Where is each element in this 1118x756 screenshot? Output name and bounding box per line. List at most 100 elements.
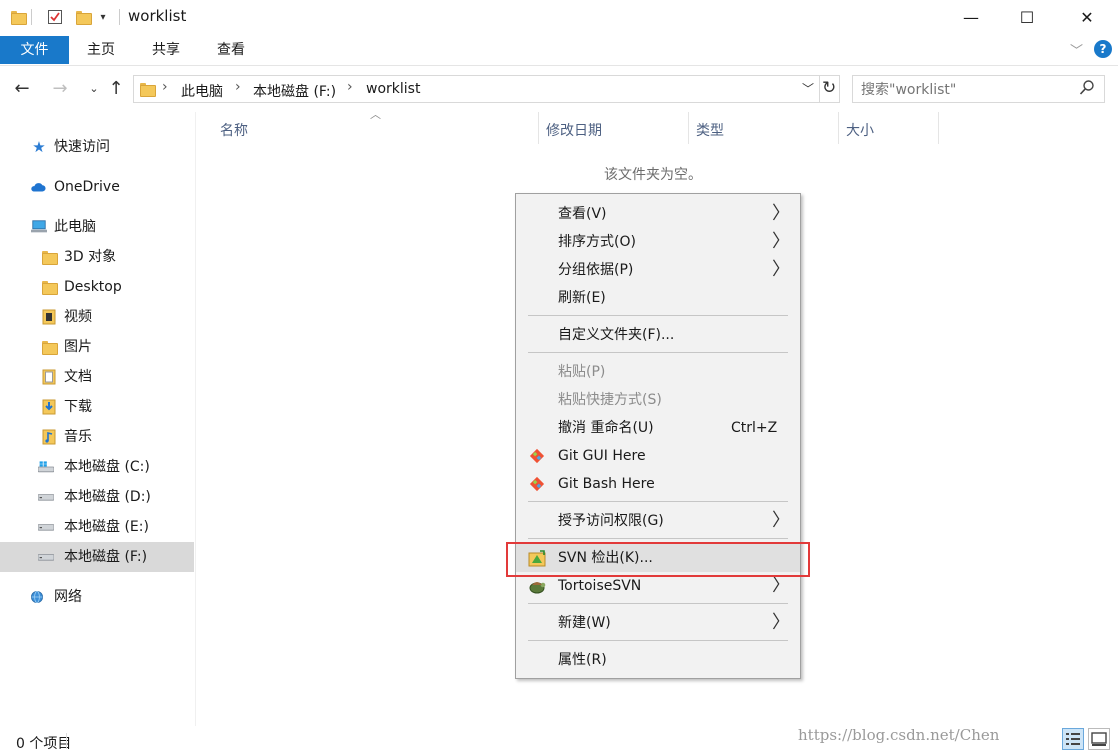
breadcrumb-drive-f[interactable]: 本地磁盘 (F:) — [253, 81, 336, 101]
menu-item-label: Git Bash Here — [558, 476, 655, 492]
network-icon — [29, 589, 45, 605]
sidebar-item-label: 下载 — [64, 399, 92, 415]
menu-item-git-bash-here[interactable]: Git Bash Here — [516, 470, 800, 498]
address-bar[interactable]: › 此电脑 › 本地磁盘 (F:) › worklist ﹀ ↻ — [133, 75, 840, 103]
menu-item-sort-by[interactable]: 排序方式(O) 〉 — [516, 228, 800, 256]
documents-folder-icon — [41, 369, 57, 385]
sidebar-item-documents[interactable]: 文档 — [0, 362, 194, 392]
sidebar-item-label: 快速访问 — [54, 139, 110, 155]
menu-item-label: 撤消 重命名(U) — [558, 420, 654, 436]
highlight-annotation-box — [506, 542, 810, 577]
sidebar-item-videos[interactable]: 视频 — [0, 302, 194, 332]
menu-item-label: 排序方式(O) — [558, 234, 636, 250]
sidebar-item-downloads[interactable]: 下载 — [0, 392, 194, 422]
sidebar-item-label: 本地磁盘 (D:) — [64, 489, 151, 505]
minimize-button[interactable]: — — [948, 0, 994, 34]
menu-item-undo-rename[interactable]: 撤消 重命名(U) Ctrl+Z — [516, 414, 800, 442]
video-folder-icon — [41, 309, 57, 325]
tab-view[interactable]: 查看 — [208, 36, 254, 64]
sidebar-item-label: 3D 对象 — [64, 249, 117, 265]
menu-item-customize-folder[interactable]: 自定义文件夹(F)... — [516, 321, 800, 349]
sidebar-item-drive-f[interactable]: 本地磁盘 (F:) — [0, 542, 194, 572]
divider — [119, 9, 120, 25]
address-row: ← → ⌄ ↑ › 此电脑 › 本地磁盘 (F:) › worklist ﹀ ↻ — [0, 68, 1118, 110]
column-divider[interactable] — [688, 112, 689, 144]
sidebar-item-label: 图片 — [64, 339, 92, 355]
forward-button[interactable]: → — [48, 76, 72, 100]
sidebar-item-onedrive[interactable]: OneDrive — [0, 172, 194, 202]
chevron-right-icon: 〉 — [772, 203, 790, 224]
back-button[interactable]: ← — [10, 76, 34, 100]
sidebar-item-label: 网络 — [54, 589, 82, 605]
menu-item-new[interactable]: 新建(W) 〉 — [516, 609, 800, 637]
expand-ribbon-icon[interactable]: ﹀ — [1070, 40, 1083, 59]
chevron-right-icon[interactable]: › — [347, 79, 353, 95]
details-view-button[interactable] — [1062, 728, 1084, 750]
menu-item-properties[interactable]: 属性(R) — [516, 646, 800, 674]
git-icon — [528, 475, 546, 493]
sidebar-item-pictures[interactable]: 图片 — [0, 332, 194, 362]
sort-ascending-icon: ︿ — [370, 108, 381, 121]
recent-locations-button[interactable]: ⌄ — [82, 76, 106, 100]
column-header-name[interactable]: 名称 — [220, 120, 248, 140]
menu-item-view[interactable]: 查看(V) 〉 — [516, 200, 800, 228]
chevron-right-icon[interactable]: › — [162, 79, 168, 95]
column-divider[interactable] — [938, 112, 939, 144]
sidebar-item-label: OneDrive — [54, 179, 120, 195]
menu-separator — [528, 538, 788, 539]
sidebar-item-drive-d[interactable]: 本地磁盘 (D:) — [0, 482, 194, 512]
column-divider[interactable] — [838, 112, 839, 144]
chevron-right-icon: 〉 — [772, 259, 790, 280]
column-header-date-modified[interactable]: 修改日期 — [546, 120, 602, 140]
column-header-type[interactable]: 类型 — [696, 120, 724, 140]
divider — [66, 733, 67, 749]
navigation-pane: ★ 快速访问 OneDrive 此电脑 3D 对象 Desktop 视频 图片 … — [0, 112, 196, 726]
search-icon[interactable] — [1079, 79, 1095, 101]
refresh-icon[interactable]: ↻ — [822, 78, 836, 98]
maximize-button[interactable]: ☐ — [1004, 0, 1050, 34]
folder-icon — [8, 8, 27, 26]
context-menu: 查看(V) 〉 排序方式(O) 〉 分组依据(P) 〉 刷新(E) 自定义文件夹… — [515, 193, 801, 679]
sidebar-item-label: 本地磁盘 (E:) — [64, 519, 149, 535]
sidebar-item-this-pc[interactable]: 此电脑 — [0, 212, 194, 242]
sidebar-item-music[interactable]: 音乐 — [0, 422, 194, 452]
tab-file[interactable]: 文件 — [0, 36, 69, 64]
breadcrumb-this-pc[interactable]: 此电脑 — [181, 81, 223, 101]
close-button[interactable]: ✕ — [1064, 0, 1110, 34]
sidebar-item-drive-c[interactable]: 本地磁盘 (C:) — [0, 452, 194, 482]
search-input[interactable] — [861, 80, 1071, 100]
customize-quick-access-icon[interactable]: ▾ — [96, 8, 110, 26]
empty-folder-message: 该文件夹为空。 — [604, 167, 702, 183]
watermark-text: https://blog.csdn.net/Chen — [798, 726, 1000, 744]
sidebar-item-label: 本地磁盘 (C:) — [64, 459, 150, 475]
sidebar-item-drive-e[interactable]: 本地磁盘 (E:) — [0, 512, 194, 542]
sidebar-item-quick-access[interactable]: ★ 快速访问 — [0, 132, 194, 162]
menu-separator — [528, 603, 788, 604]
music-folder-icon — [41, 429, 57, 445]
menu-item-grant-access[interactable]: 授予访问权限(G) 〉 — [516, 507, 800, 535]
sidebar-item-desktop[interactable]: Desktop — [0, 272, 194, 302]
drive-icon — [38, 489, 54, 505]
sidebar-item-3d-objects[interactable]: 3D 对象 — [0, 242, 194, 272]
column-divider[interactable] — [538, 112, 539, 144]
properties-icon[interactable] — [46, 8, 64, 26]
menu-item-refresh[interactable]: 刷新(E) — [516, 284, 800, 312]
new-folder-icon[interactable] — [73, 8, 92, 26]
column-header-size[interactable]: 大小 — [846, 120, 874, 140]
help-icon[interactable]: ? — [1094, 40, 1112, 58]
menu-item-label: 新建(W) — [558, 615, 611, 631]
pictures-folder-icon — [41, 339, 58, 355]
tab-home[interactable]: 主页 — [78, 36, 124, 64]
menu-item-group-by[interactable]: 分组依据(P) 〉 — [516, 256, 800, 284]
menu-item-label: 粘贴快捷方式(S) — [558, 392, 662, 408]
search-box[interactable] — [852, 75, 1105, 103]
tab-share[interactable]: 共享 — [143, 36, 189, 64]
large-icons-view-button[interactable] — [1088, 728, 1110, 750]
breadcrumb-worklist[interactable]: worklist — [366, 81, 420, 97]
up-button[interactable]: ↑ — [104, 76, 128, 100]
address-dropdown-icon[interactable]: ﹀ — [802, 80, 814, 97]
menu-item-paste: 粘贴(P) — [516, 358, 800, 386]
menu-item-git-gui-here[interactable]: Git GUI Here — [516, 442, 800, 470]
chevron-right-icon[interactable]: › — [235, 79, 241, 95]
sidebar-item-network[interactable]: 网络 — [0, 582, 194, 612]
